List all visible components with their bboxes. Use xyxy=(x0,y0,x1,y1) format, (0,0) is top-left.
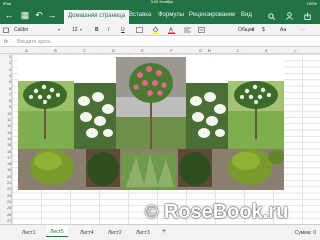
undo-icon[interactable]: ↶ xyxy=(34,10,44,20)
row-number[interactable]: 11 xyxy=(0,118,11,122)
clipboard-icon[interactable] xyxy=(3,27,9,33)
share-icon[interactable] xyxy=(304,12,311,20)
column-header-row: A B C D E F G H I J K L xyxy=(0,47,320,54)
fill-color-icon[interactable] xyxy=(152,26,159,34)
column-header[interactable]: A xyxy=(12,48,41,53)
row-number[interactable]: 17 xyxy=(0,156,11,160)
row-number[interactable]: 12 xyxy=(0,124,11,128)
row-number[interactable]: 1 xyxy=(0,55,11,59)
ribbon-tab-bar: ← ▦ ↶ → Домашняя страница Вставка Формул… xyxy=(0,7,320,24)
formula-input[interactable]: Введите здесь xyxy=(17,39,51,45)
row-number[interactable]: 18 xyxy=(0,162,11,166)
person-icon[interactable] xyxy=(286,12,293,20)
excel-app-window: iPad 3:00 Ноябрь 100% ← ▦ ↶ → Домашняя с… xyxy=(0,0,320,240)
row-number[interactable]: 7 xyxy=(0,93,11,97)
format-toolbar: Calibri ▾ 12 ▾ B I U A Общий ▾ $ Aa ⋯ xyxy=(0,24,320,36)
font-size-select[interactable]: 12 xyxy=(72,27,78,33)
row-number[interactable]: 20 xyxy=(0,175,11,179)
formula-bar: fx Введите здесь xyxy=(0,36,320,47)
column-header[interactable]: I xyxy=(194,48,223,53)
sheet-tab-3[interactable]: Лист3 xyxy=(136,230,150,236)
tab-home[interactable]: Домашняя страница xyxy=(64,10,130,24)
watermark: © RoseBook.ru xyxy=(145,201,289,223)
sheet-tab-4[interactable]: Лист4 xyxy=(80,230,94,236)
row-number[interactable]: 9 xyxy=(0,105,11,109)
currency-icon[interactable]: $ xyxy=(262,27,265,33)
cell-styles-icon[interactable]: Aa xyxy=(280,27,286,33)
row-number[interactable]: 15 xyxy=(0,143,11,147)
chevron-down-icon[interactable]: ▾ xyxy=(252,27,254,32)
status-bar: iPad 3:00 Ноябрь 100% xyxy=(0,0,320,7)
row-number[interactable]: 10 xyxy=(0,112,11,116)
more-options-icon[interactable]: ⋯ xyxy=(300,27,305,33)
column-header[interactable]: K xyxy=(252,48,281,53)
add-sheet-icon[interactable]: + xyxy=(162,228,166,235)
sheet-tab-1[interactable]: Лист1 xyxy=(22,230,36,236)
row-number[interactable]: 26 xyxy=(0,213,11,217)
back-icon[interactable]: ← xyxy=(4,10,14,20)
borders-icon[interactable] xyxy=(136,27,143,33)
column-header[interactable]: L xyxy=(281,48,310,53)
row-number[interactable]: 2 xyxy=(0,61,11,65)
grid-icon[interactable]: ▦ xyxy=(20,10,30,20)
underline-button[interactable]: U xyxy=(121,27,125,33)
tab-review[interactable]: Рецензирование xyxy=(189,12,235,18)
tab-view[interactable]: Вид xyxy=(241,12,252,18)
row-number[interactable]: 5 xyxy=(0,80,11,84)
row-number[interactable]: 22 xyxy=(0,187,11,191)
sheet-tab-5[interactable]: Лист5 xyxy=(46,225,68,237)
italic-button[interactable]: I xyxy=(108,27,109,33)
row-number[interactable]: 23 xyxy=(0,194,11,198)
bold-button[interactable]: B xyxy=(95,27,99,33)
row-number[interactable]: 8 xyxy=(0,99,11,103)
row-header-column: 1 2 3 4 5 6 7 8 9 10 11 12 13 14 15 16 17 18 19 20 21 22 23 24 2… xyxy=(0,54,12,224)
sheet-tab-2[interactable]: Лист2 xyxy=(108,230,122,236)
status-sum: Сумма: 0 xyxy=(294,230,316,236)
row-number[interactable]: 19 xyxy=(0,168,11,172)
column-header[interactable]: F xyxy=(157,48,186,53)
row-number[interactable]: 25 xyxy=(0,206,11,210)
tab-insert[interactable]: Вставка xyxy=(129,12,151,18)
sheet-tab-bar: Лист1 Лист5 Лист4 Лист2 Лист3 + Сумма: 0 xyxy=(0,224,320,240)
row-number[interactable]: 4 xyxy=(0,74,11,78)
garden-photo-collage[interactable] xyxy=(18,57,284,190)
tab-formulas[interactable]: Формулы xyxy=(158,12,184,18)
font-name-select[interactable]: Calibri xyxy=(14,27,28,33)
row-number[interactable]: 21 xyxy=(0,181,11,185)
row-number[interactable]: 27 xyxy=(0,219,11,223)
row-number[interactable]: 24 xyxy=(0,200,11,204)
wrap-text-icon[interactable] xyxy=(198,27,205,33)
status-device: iPad xyxy=(3,1,12,6)
row-number[interactable]: 14 xyxy=(0,137,11,141)
column-header[interactable]: D xyxy=(99,48,128,53)
column-header[interactable]: C xyxy=(70,48,99,53)
row-number[interactable]: 6 xyxy=(0,87,11,91)
status-battery: 100% xyxy=(306,1,317,6)
status-clock: 3:00 Ноябрь xyxy=(150,0,174,4)
row-number[interactable]: 3 xyxy=(0,68,11,72)
row-number[interactable]: 13 xyxy=(0,131,11,135)
search-icon[interactable] xyxy=(268,13,275,20)
column-header[interactable]: B xyxy=(41,48,70,53)
redo-icon[interactable]: → xyxy=(47,10,57,20)
font-color-icon[interactable]: A xyxy=(168,26,175,34)
column-header[interactable]: E xyxy=(128,48,157,53)
fx-icon[interactable]: fx xyxy=(4,39,8,45)
row-number[interactable]: 16 xyxy=(0,150,11,154)
chevron-down-icon[interactable]: ▾ xyxy=(58,27,60,32)
align-icon[interactable] xyxy=(184,27,191,33)
chevron-down-icon[interactable]: ▾ xyxy=(80,27,82,32)
column-header[interactable]: J xyxy=(223,48,252,53)
